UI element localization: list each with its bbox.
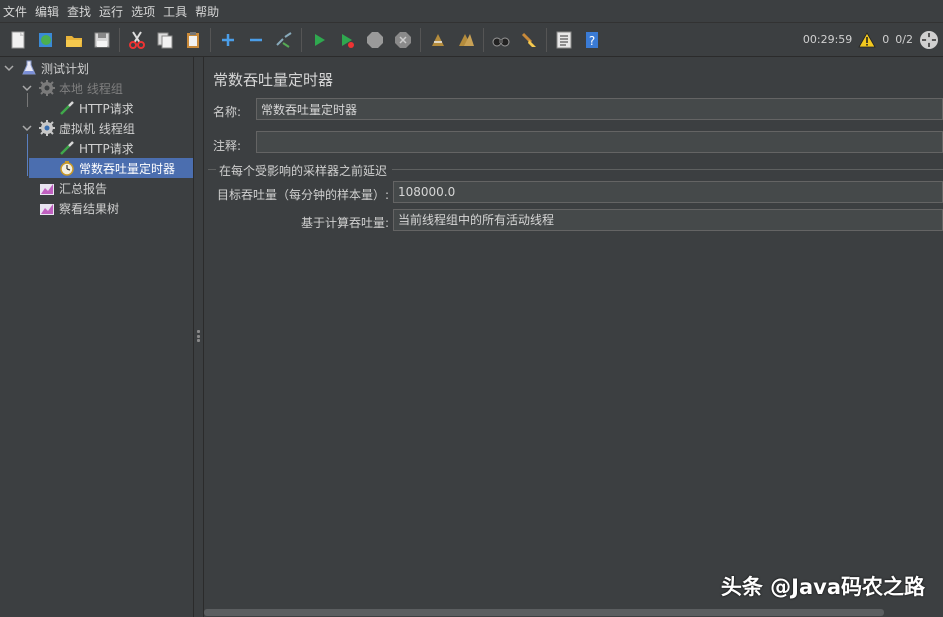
clear-icon[interactable] <box>426 28 450 52</box>
stop-icon[interactable] <box>363 28 387 52</box>
timer-icon <box>58 159 76 177</box>
group-title: 在每个受影响的采样器之前延迟 <box>219 164 388 178</box>
target-throughput-label: 目标吞吐量（每分钟的样本量）: <box>217 188 390 202</box>
test-plan-tree: 测试计划 本地 线程组 HTTP请求 虚拟机 线程组 HTTP请求 常数吞吐量定… <box>0 57 194 617</box>
svg-text:?: ? <box>589 34 595 48</box>
menu-file[interactable]: 文件 <box>0 3 31 20</box>
tree-node-constant-throughput-timer[interactable]: 常数吞吐量定时器 <box>29 158 193 178</box>
elapsed-time: 00:29:59 <box>802 33 853 46</box>
group-border <box>392 169 943 170</box>
status-area: 00:29:59 0 0/2 <box>803 23 939 56</box>
tree-node-label: HTTP请求 <box>79 141 134 156</box>
tree-node-test-plan[interactable]: 测试计划 <box>20 58 89 78</box>
watermark-text: 头条 @Java码农之路 <box>720 575 925 599</box>
toolbar-separator <box>483 27 484 52</box>
timer-config-panel: 常数吞吐量定时器 名称: 注释: 在每个受影响的采样器之前延迟 目标吞吐量（每分… <box>204 57 943 617</box>
group-border <box>208 169 216 170</box>
save-icon[interactable] <box>90 28 114 52</box>
open-icon[interactable] <box>62 28 86 52</box>
chart-icon <box>38 179 56 197</box>
tree-node-http-request-2[interactable]: HTTP请求 <box>58 138 134 158</box>
warning-count: 0 <box>882 33 890 46</box>
toggle-icon[interactable] <box>272 28 296 52</box>
toolbar-separator <box>420 27 421 52</box>
pipette-icon <box>58 99 76 117</box>
copy-icon[interactable] <box>153 28 177 52</box>
tree-node-label: 察看结果树 <box>59 201 120 216</box>
thread-count: 0/2 <box>895 33 913 46</box>
function-helper-icon[interactable] <box>552 28 576 52</box>
tree-node-label: HTTP请求 <box>79 101 134 116</box>
expand-icon[interactable] <box>216 28 240 52</box>
horizontal-scrollbar[interactable] <box>204 607 943 617</box>
test-plan-icon <box>20 59 38 77</box>
templates-icon[interactable] <box>34 28 58 52</box>
gear-icon <box>38 79 56 97</box>
start-no-pause-icon[interactable] <box>335 28 359 52</box>
toolbar-separator <box>301 27 302 52</box>
toolbar-separator <box>119 27 120 52</box>
menu-edit[interactable]: 编辑 <box>31 3 63 20</box>
pipette-icon <box>58 139 76 157</box>
tree-guide-line <box>27 93 28 107</box>
toolbar-separator <box>210 27 211 52</box>
paste-icon[interactable] <box>181 28 205 52</box>
calc-throughput-label: 基于计算吞吐量: <box>301 216 390 230</box>
remote-status-icon[interactable] <box>919 30 939 50</box>
tree-node-local-thread-group[interactable]: 本地 线程组 <box>38 78 123 98</box>
tree-node-vm-thread-group[interactable]: 虚拟机 线程组 <box>38 118 135 138</box>
comment-field[interactable] <box>256 131 943 153</box>
menu-help[interactable]: 帮助 <box>191 3 223 20</box>
tree-node-view-results-tree[interactable]: 察看结果树 <box>38 198 119 218</box>
split-pane-divider[interactable] <box>194 57 204 617</box>
name-label: 名称: <box>213 105 242 119</box>
warning-icon[interactable] <box>858 31 876 48</box>
comment-label: 注释: <box>213 139 242 153</box>
target-throughput-field[interactable] <box>393 181 943 203</box>
splitter-grip[interactable] <box>197 330 200 342</box>
reset-search-icon[interactable] <box>517 28 541 52</box>
tree-guide-line <box>27 134 28 176</box>
menu-tools[interactable]: 工具 <box>159 3 191 20</box>
chart-icon <box>38 199 56 217</box>
calc-throughput-select[interactable]: 当前线程组中的所有活动线程 <box>393 209 943 231</box>
tree-node-label: 测试计划 <box>41 61 90 76</box>
chevron-down-icon[interactable] <box>22 123 32 133</box>
chevron-down-icon[interactable] <box>4 63 14 73</box>
tree-node-label: 常数吞吐量定时器 <box>79 161 176 176</box>
menu-search[interactable]: 查找 <box>63 3 95 20</box>
menu-bar: 文件 编辑 查找 运行 选项 工具 帮助 <box>0 0 943 23</box>
help-icon[interactable]: ? <box>580 28 604 52</box>
menu-run[interactable]: 运行 <box>95 3 127 20</box>
toolbar: ? 00:29:59 0 0/2 <box>0 23 943 57</box>
chevron-down-icon[interactable] <box>22 83 32 93</box>
tree-node-http-request-1[interactable]: HTTP请求 <box>58 98 134 118</box>
gear-icon <box>38 119 56 137</box>
start-icon[interactable] <box>307 28 331 52</box>
tree-node-label: 汇总报告 <box>59 181 108 196</box>
scrollbar-thumb[interactable] <box>204 609 884 616</box>
toolbar-separator <box>546 27 547 52</box>
new-icon[interactable] <box>6 28 30 52</box>
tree-node-label: 本地 线程组 <box>59 81 123 96</box>
collapse-icon[interactable] <box>244 28 268 52</box>
search-icon[interactable] <box>489 28 513 52</box>
page-title: 常数吞吐量定时器 <box>213 71 334 89</box>
name-field[interactable] <box>256 98 943 120</box>
cut-icon[interactable] <box>125 28 149 52</box>
tree-node-summary-report[interactable]: 汇总报告 <box>38 178 107 198</box>
shutdown-icon[interactable] <box>391 28 415 52</box>
clear-all-icon[interactable] <box>454 28 478 52</box>
tree-node-label: 虚拟机 线程组 <box>59 121 135 136</box>
menu-options[interactable]: 选项 <box>127 3 159 20</box>
